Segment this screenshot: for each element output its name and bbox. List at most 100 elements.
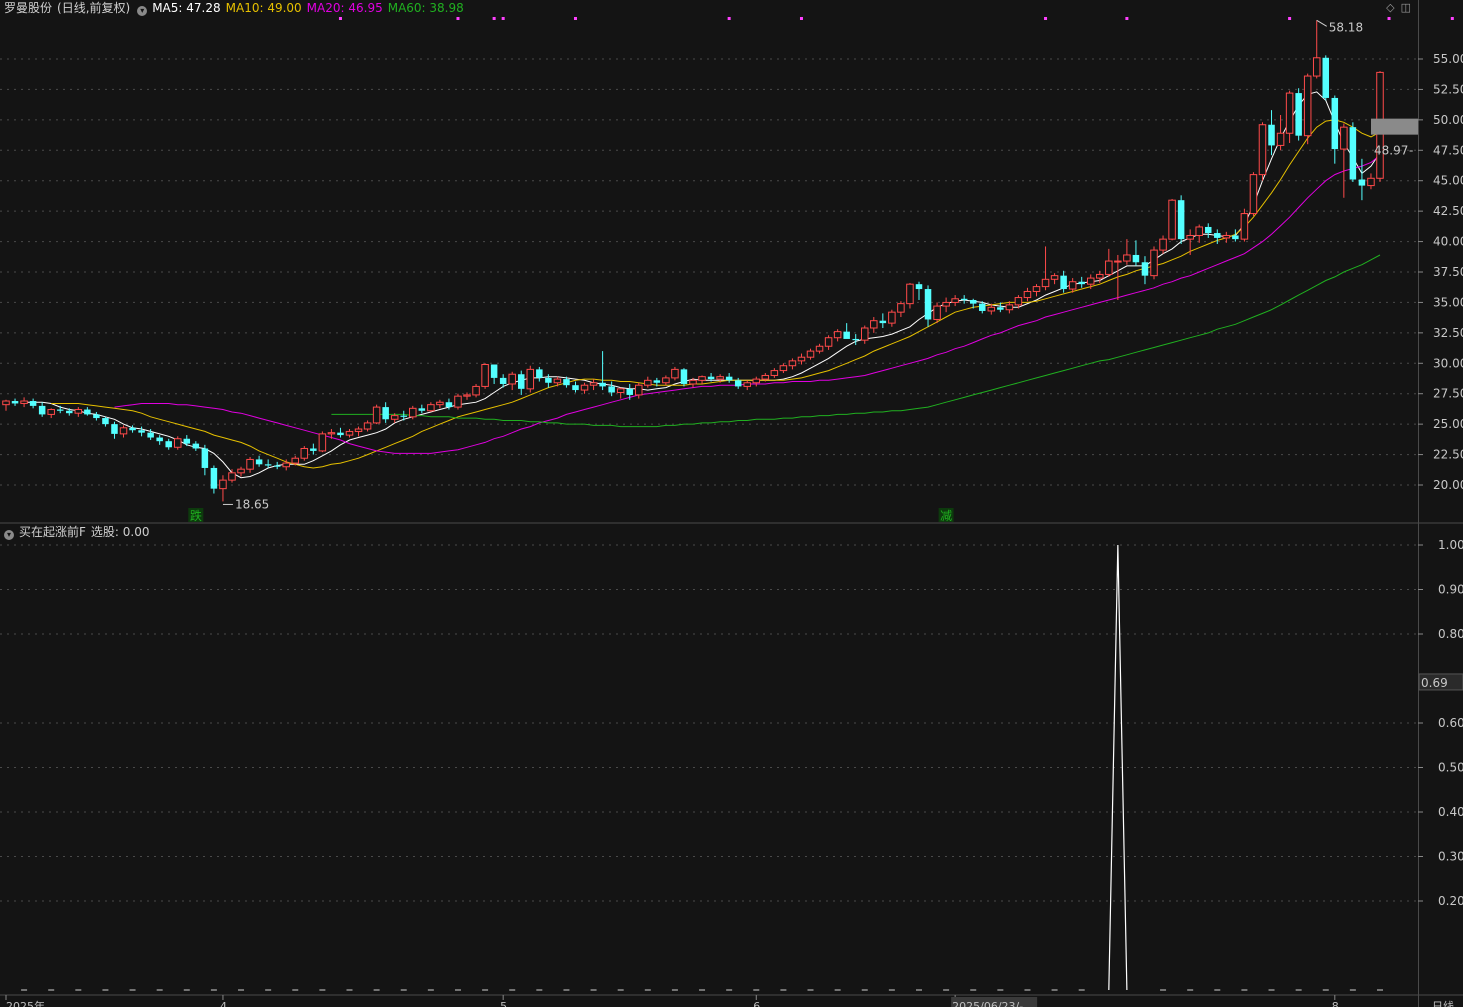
candle[interactable]	[1023, 287, 1032, 302]
candle[interactable]	[354, 426, 363, 437]
candle[interactable]	[1078, 276, 1085, 288]
candle[interactable]	[20, 397, 28, 408]
candle[interactable]	[427, 402, 435, 412]
candle[interactable]	[84, 407, 91, 416]
candle[interactable]	[1232, 229, 1239, 242]
candle[interactable]	[264, 459, 272, 468]
candle[interactable]	[1249, 172, 1258, 217]
candle[interactable]	[1123, 239, 1131, 265]
candle[interactable]	[228, 469, 236, 483]
candle[interactable]	[1177, 195, 1185, 245]
candle[interactable]	[382, 402, 389, 423]
candle[interactable]	[255, 455, 263, 467]
candle[interactable]	[897, 301, 905, 318]
candle[interactable]	[589, 379, 598, 391]
candle[interactable]	[409, 405, 417, 420]
candle[interactable]	[454, 393, 462, 410]
candle[interactable]	[879, 313, 887, 328]
candle[interactable]	[237, 466, 245, 477]
candle[interactable]	[47, 408, 55, 419]
candle[interactable]	[951, 295, 959, 307]
candle[interactable]	[662, 375, 670, 386]
candle[interactable]	[644, 376, 652, 388]
candle[interactable]	[2, 399, 10, 411]
candle[interactable]	[1349, 122, 1357, 182]
candle[interactable]	[888, 309, 896, 327]
candle[interactable]	[1186, 229, 1194, 255]
candle[interactable]	[1195, 224, 1203, 243]
candle[interactable]	[74, 407, 83, 417]
candle[interactable]	[1268, 110, 1275, 156]
candle[interactable]	[580, 382, 589, 394]
candle[interactable]	[210, 465, 218, 494]
candle[interactable]	[29, 398, 37, 409]
candle[interactable]	[1105, 248, 1113, 277]
candle[interactable]	[942, 297, 950, 313]
candle[interactable]	[119, 425, 128, 438]
candle[interactable]	[183, 435, 191, 447]
candle[interactable]	[815, 343, 824, 354]
candle[interactable]	[1312, 20, 1321, 79]
candle[interactable]	[725, 373, 733, 383]
candle[interactable]	[1303, 73, 1312, 145]
candle[interactable]	[56, 405, 64, 414]
candle[interactable]	[752, 376, 761, 387]
candle[interactable]	[824, 335, 833, 350]
period-tab[interactable]: 日线	[1432, 999, 1454, 1007]
candle[interactable]	[372, 404, 381, 425]
candle[interactable]	[138, 426, 145, 437]
candle[interactable]	[173, 436, 182, 450]
candle[interactable]	[843, 323, 850, 339]
candle[interactable]	[1141, 256, 1149, 285]
candle[interactable]	[770, 368, 779, 378]
candle[interactable]	[472, 383, 480, 398]
candle[interactable]	[219, 475, 227, 502]
candle[interactable]	[418, 404, 426, 414]
candle[interactable]	[1322, 55, 1330, 101]
candle[interactable]	[273, 461, 281, 470]
candle[interactable]	[680, 368, 688, 387]
candle[interactable]	[536, 366, 543, 382]
candle[interactable]	[363, 420, 372, 432]
candle[interactable]	[1340, 123, 1348, 198]
candle[interactable]	[779, 363, 788, 374]
candle[interactable]	[698, 375, 706, 384]
candle[interactable]	[1168, 198, 1176, 241]
candle[interactable]	[1132, 240, 1140, 266]
candle[interactable]	[626, 383, 633, 400]
candle[interactable]	[924, 285, 932, 327]
candle[interactable]	[102, 416, 109, 427]
candle[interactable]	[1060, 270, 1067, 293]
candle[interactable]	[165, 438, 172, 450]
candle[interactable]	[490, 364, 498, 384]
candle[interactable]	[517, 370, 525, 395]
candle[interactable]	[870, 317, 878, 333]
candle[interactable]	[1204, 223, 1212, 238]
candle[interactable]	[156, 435, 163, 445]
candle[interactable]	[436, 399, 444, 409]
candle[interactable]	[806, 348, 815, 360]
candle[interactable]	[1150, 246, 1158, 280]
candle[interactable]	[38, 402, 46, 417]
candle[interactable]	[788, 358, 797, 370]
candle[interactable]	[906, 282, 914, 309]
candle[interactable]	[1240, 208, 1249, 242]
candle[interactable]	[1050, 273, 1059, 285]
price-chart[interactable]: 55.00 52.50 50.00 47.50 45.00 42.50 40.00 37.50…	[0, 0, 1463, 1007]
candle[interactable]	[310, 443, 317, 455]
candle[interactable]	[246, 457, 254, 473]
candle[interactable]	[1258, 122, 1267, 181]
candle[interactable]	[201, 444, 209, 476]
candle[interactable]	[481, 363, 489, 389]
candle[interactable]	[1295, 88, 1302, 141]
candle[interactable]	[318, 431, 327, 453]
candle[interactable]	[1032, 284, 1041, 297]
candle[interactable]	[1367, 173, 1375, 190]
candle[interactable]	[526, 365, 535, 393]
candle[interactable]	[93, 411, 100, 421]
candle[interactable]	[860, 325, 869, 344]
candle[interactable]	[915, 281, 923, 300]
candle[interactable]	[300, 446, 309, 461]
candle[interactable]	[599, 351, 606, 391]
candle[interactable]	[345, 429, 354, 438]
